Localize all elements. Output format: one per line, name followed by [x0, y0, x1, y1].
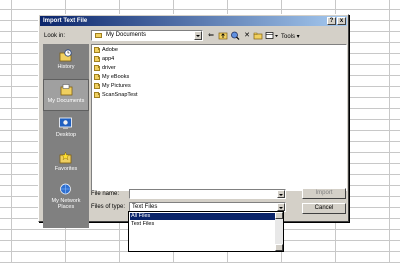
place-label: History — [57, 64, 75, 70]
file-name: app4 — [102, 56, 115, 62]
folder-icon — [94, 47, 100, 53]
look-in-label: Look in: — [44, 33, 66, 39]
scroll-down-arrow-icon[interactable] — [275, 244, 283, 251]
new-folder-icon[interactable] — [253, 31, 263, 40]
look-in-combo[interactable]: My Documents — [91, 30, 203, 41]
search-web-icon[interactable] — [230, 31, 240, 40]
place-label: Favorites — [54, 166, 78, 172]
place-my-documents[interactable]: My Documents — [43, 79, 89, 111]
files-of-type-dropdown-button[interactable] — [277, 203, 285, 211]
folder-icon — [95, 33, 102, 38]
look-in-value: My Documents — [106, 32, 147, 38]
folder-icon — [94, 56, 100, 62]
up-folder-icon[interactable] — [218, 31, 228, 40]
file-name: My eBooks — [102, 74, 130, 80]
tools-menu[interactable]: Tools ▾ — [281, 33, 300, 40]
tools-label: Tools — [281, 34, 296, 40]
scroll-up-arrow-icon[interactable] — [275, 212, 283, 219]
files-of-type-value: Text Files — [132, 204, 158, 210]
dropdown-option-text-files[interactable]: Text Files — [130, 221, 276, 228]
file-name: ScanSnapTest — [102, 92, 138, 98]
title-bar[interactable]: Import Text File ? x — [40, 16, 347, 26]
dialog-title: Import Text File — [43, 18, 88, 24]
place-label: My Documents — [47, 98, 85, 104]
folder-icon — [94, 65, 100, 71]
folder-icon — [94, 74, 100, 80]
close-button[interactable]: x — [337, 17, 346, 25]
place-history[interactable]: History — [43, 46, 89, 78]
file-name: My Pictures — [102, 83, 131, 89]
files-of-type-label: Files of type: — [91, 204, 126, 210]
history-icon — [58, 49, 73, 62]
network-places-icon — [58, 183, 73, 196]
import-button[interactable]: Import — [302, 188, 346, 199]
dropdown-scrollbar[interactable] — [275, 212, 283, 251]
favorites-icon — [58, 151, 73, 164]
place-desktop[interactable]: Desktop — [43, 114, 89, 146]
views-icon[interactable] — [265, 31, 279, 40]
file-name: Adobe — [102, 47, 118, 53]
place-my-network-places[interactable]: My Network Places — [43, 180, 89, 220]
place-label: My Network Places — [51, 198, 81, 210]
back-arrow-icon[interactable]: ⇐ — [206, 31, 216, 40]
look-in-dropdown-button[interactable] — [194, 31, 202, 40]
file-name-input[interactable] — [129, 189, 286, 199]
file-name: driver — [102, 65, 116, 71]
files-of-type-dropdown-list[interactable]: All Files Text Files — [128, 211, 284, 252]
file-name-label: File name: — [91, 191, 120, 197]
file-list[interactable]: Adobe app4 driver My eBooks My Pictures … — [91, 44, 347, 191]
folder-icon — [94, 92, 100, 98]
pictures-folder-icon — [94, 83, 100, 89]
import-text-file-dialog: Import Text File ? x Look in: My Documen… — [38, 14, 349, 228]
dropdown-option-all-files[interactable]: All Files — [130, 213, 276, 220]
place-label: Desktop — [55, 132, 77, 138]
delete-icon[interactable]: ✕ — [242, 31, 252, 40]
place-favorites[interactable]: Favorites — [43, 148, 89, 180]
my-documents-icon — [59, 83, 74, 96]
cancel-button[interactable]: Cancel — [302, 203, 346, 214]
desktop-icon — [58, 117, 73, 130]
places-bar: History My Documents Desktop Favorites M… — [43, 44, 89, 228]
help-button[interactable]: ? — [327, 17, 336, 25]
file-name-dropdown-button[interactable] — [277, 190, 285, 198]
